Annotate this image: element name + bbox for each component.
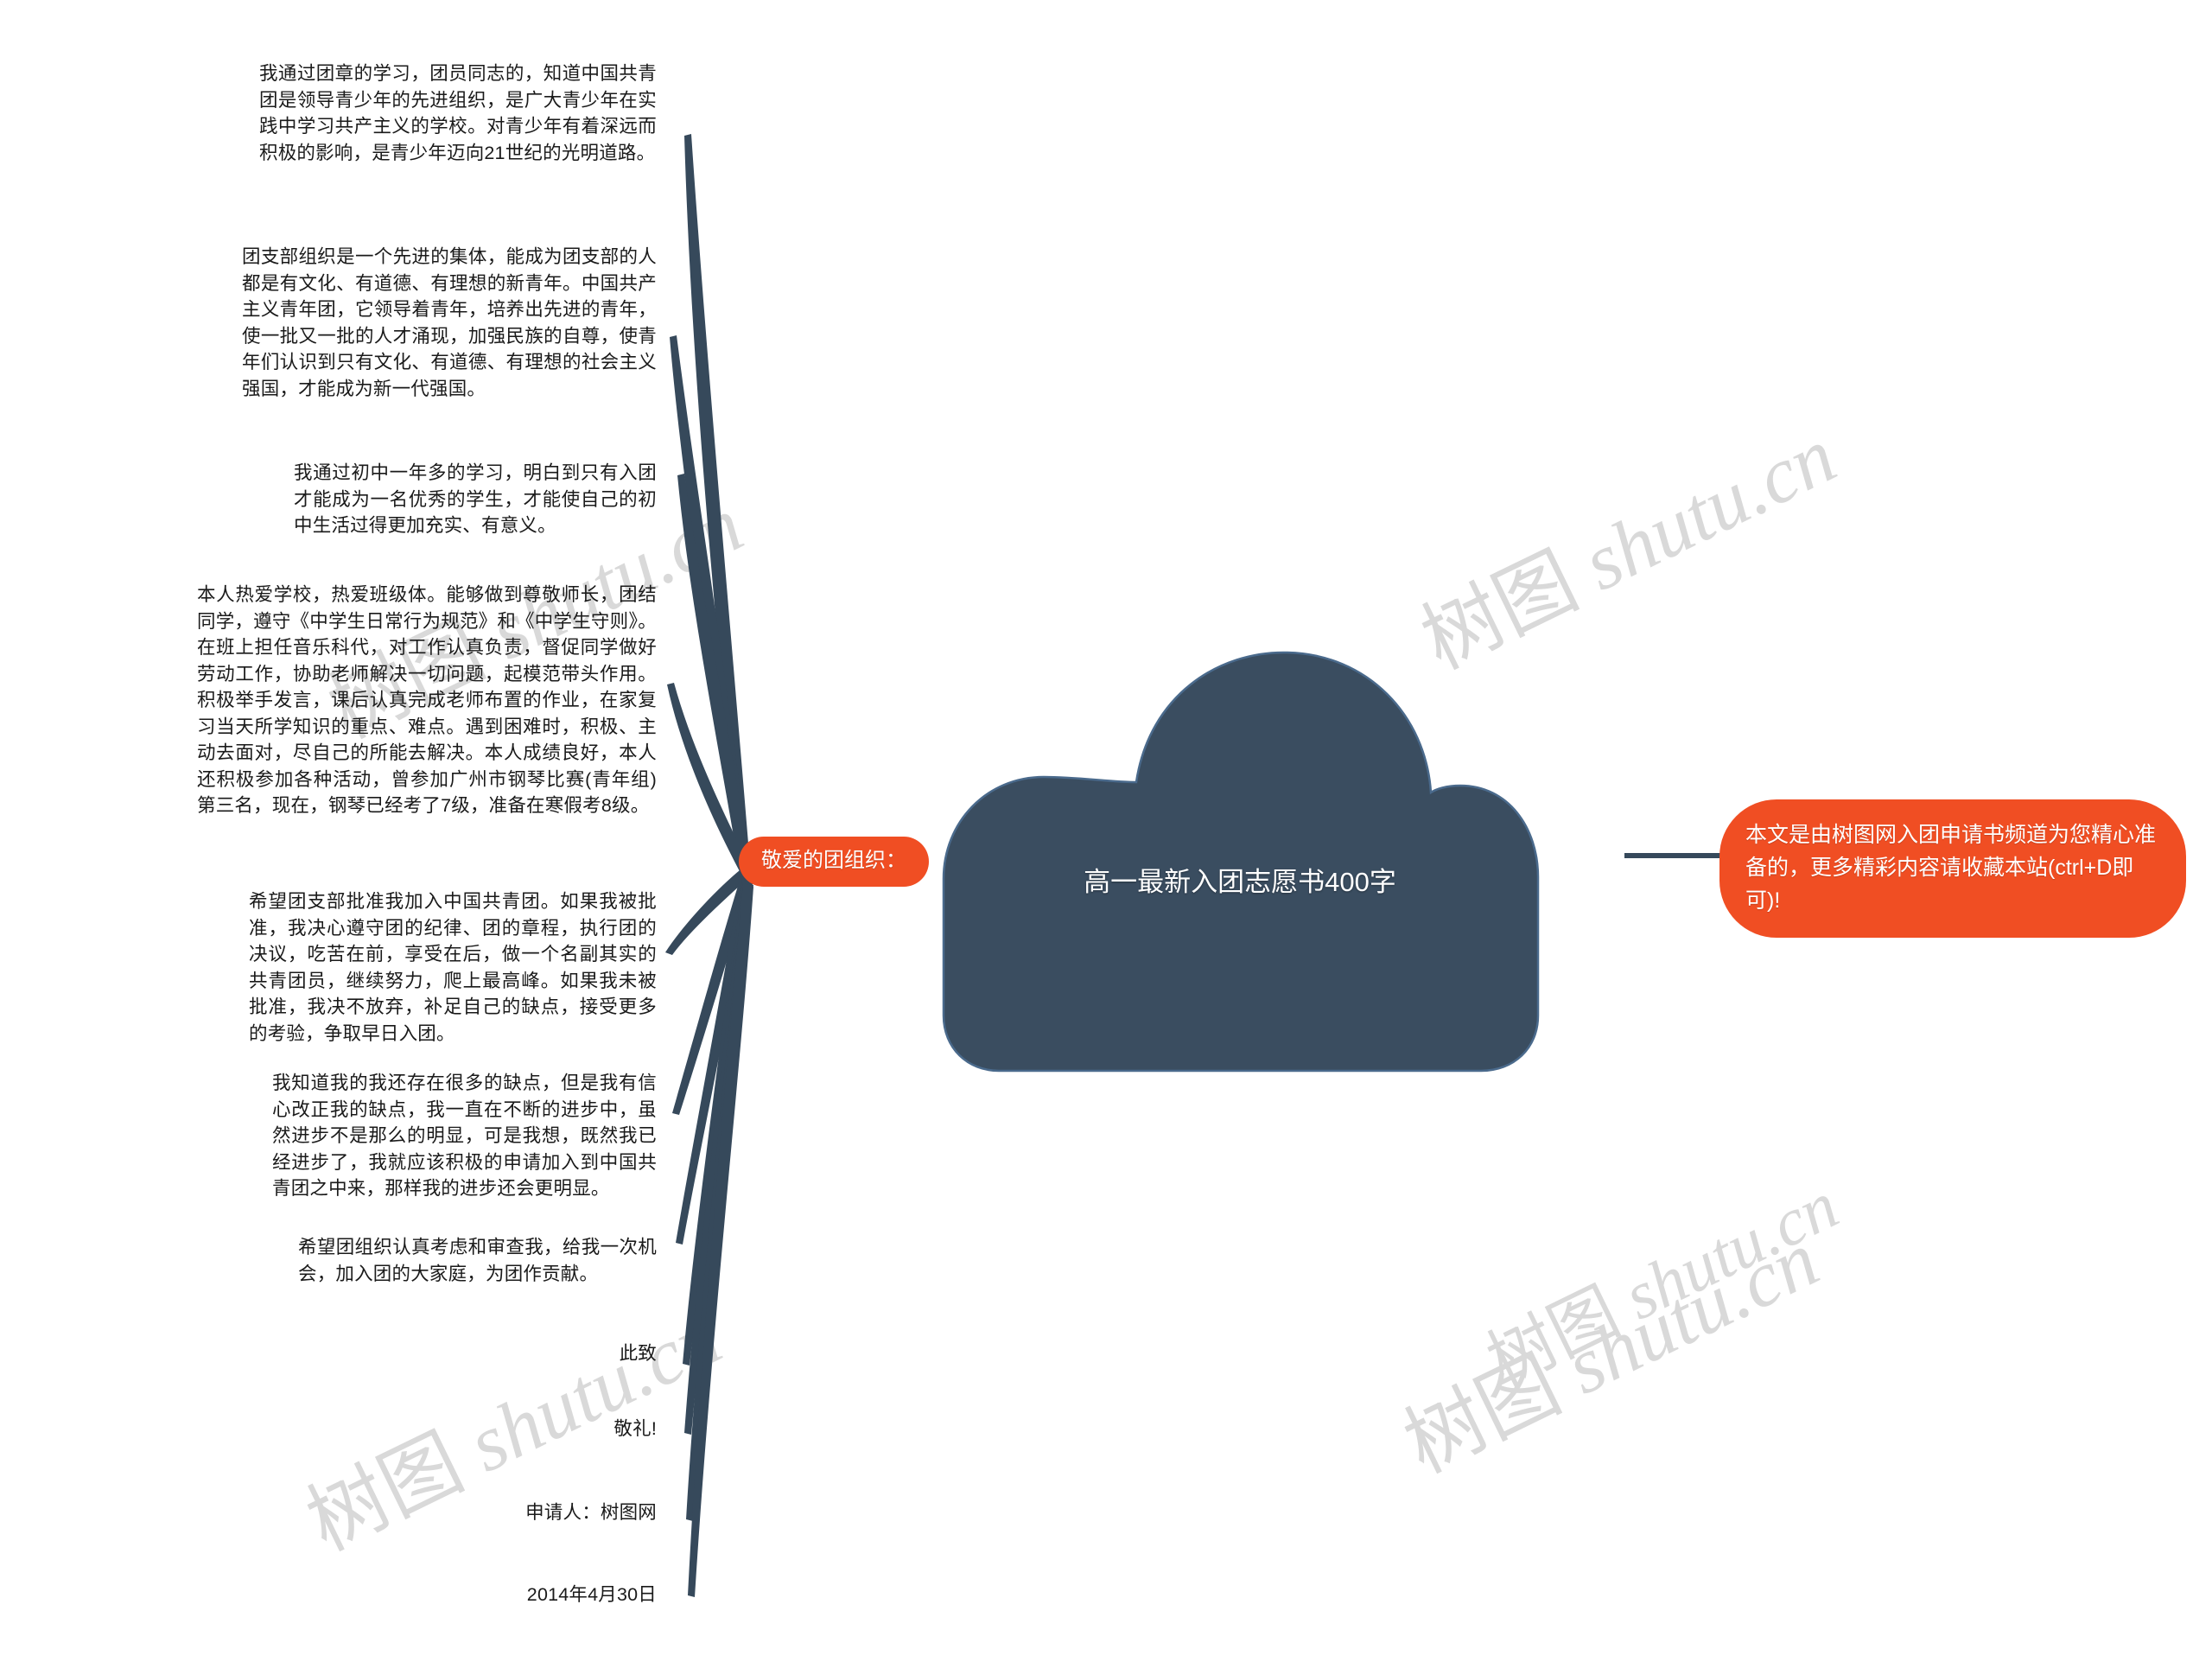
branch-text: 我知道我的我还存在很多的缺点，但是我有信心改正我的缺点，我一直在不断的进步中，虽…	[272, 1073, 657, 1200]
branch-text: 此致	[619, 1343, 657, 1364]
salutation-node[interactable]: 敬爱的团组织：	[739, 837, 929, 887]
branch-node-3[interactable]: 我通过初中一年多的学习，明白到只有入团才能成为一名优秀的学生，才能使自己的初中生…	[294, 460, 657, 539]
connector-branch-10	[686, 882, 753, 1521]
connector-branch-4	[667, 683, 751, 873]
watermark-en: shutu.cn	[436, 1292, 734, 1498]
connector-branch-2	[670, 335, 750, 870]
branch-node-5[interactable]: 希望团支部批准我加入中国共青团。如果我被批准，我决心遵守团的纪律、团的章程，执行…	[249, 888, 657, 1047]
watermark-cn: 树图	[1391, 1340, 1573, 1490]
branch-node-9[interactable]: 敬礼!	[449, 1416, 657, 1442]
salutation-label: 敬爱的团组织：	[761, 849, 906, 872]
center-title-text: 高一最新入团志愿书400字	[1084, 867, 1396, 897]
branch-node-10[interactable]: 申请人：树图网	[406, 1499, 657, 1526]
branch-text: 2014年4月30日	[526, 1584, 657, 1605]
mindmap-canvas: 树图 shutu.cn 树图 shutu.cn 树图 shutu.cn 树图 s…	[0, 0, 2212, 1668]
promo-text: 本文是由树图网入团申请书频道为您精心准备的，更多精彩内容请收藏本站(ctrl+D…	[1745, 823, 2157, 913]
branch-text: 希望团支部批准我加入中国共青团。如果我被批准，我决心遵守团的纪律、团的章程，执行…	[249, 891, 657, 1044]
connector-branch-1	[684, 134, 750, 868]
branch-text: 本人热爱学校，热爱班级体。能够做到尊敬师长，团结同学，遵守《中学生日常行为规范》…	[197, 584, 657, 817]
connector-branch-5	[665, 867, 751, 955]
center-node-cloud-shape[interactable]	[942, 644, 1540, 1076]
center-node-title: 高一最新入团志愿书400字	[1033, 864, 1447, 900]
connector-branch-3	[677, 474, 750, 871]
watermark-cn: 树图	[1475, 1272, 1630, 1401]
watermark-en: shutu.cn	[1551, 411, 1849, 616]
connector-branch-9	[684, 880, 753, 1435]
connector-branch-6	[672, 875, 752, 1115]
watermark: 树图 shutu.cn	[1469, 1152, 1851, 1405]
watermark-en: shutu.cn	[1534, 1214, 1832, 1420]
branch-text: 希望团组织认真考虑和审查我，给我一次机会，加入团的大家庭，为团作贡献。	[298, 1237, 657, 1284]
cloud-path	[942, 651, 1540, 1073]
branch-text: 我通过团章的学习，团员同志的，知道中国共青团是领导青少年的先进组织，是广大青少年…	[259, 63, 657, 163]
branch-node-6[interactable]: 我知道我的我还存在很多的缺点，但是我有信心改正我的缺点，我一直在不断的进步中，虽…	[272, 1070, 657, 1202]
branch-text: 敬礼!	[613, 1418, 657, 1439]
branch-node-4[interactable]: 本人热爱学校，热爱班级体。能够做到尊敬师长，团结同学，遵守《中学生日常行为规范》…	[197, 582, 657, 819]
connector-branch-7	[676, 876, 752, 1245]
branch-text: 申请人：树图网	[525, 1502, 657, 1523]
branch-node-11[interactable]: 2014年4月30日	[406, 1582, 657, 1608]
branch-node-7[interactable]: 希望团组织认真考虑和审查我，给我一次机会，加入团的大家庭，为团作贡献。	[298, 1234, 657, 1287]
branch-node-8[interactable]: 此致	[449, 1340, 657, 1367]
branch-node-1[interactable]: 我通过团章的学习，团员同志的，知道中国共青团是领导青少年的先进组织，是广大青少年…	[259, 60, 657, 166]
connector-branch-11	[688, 883, 753, 1597]
watermark-en: shutu.cn	[1597, 1167, 1849, 1341]
connector-branch-8	[683, 878, 753, 1366]
watermark: 树图 shutu.cn	[1382, 1196, 1834, 1495]
branch-text: 我通过初中一年多的学习，明白到只有入团才能成为一名优秀的学生，才能使自己的初中生…	[294, 462, 657, 537]
promo-node[interactable]: 本文是由树图网入团申请书频道为您精心准备的，更多精彩内容请收藏本站(ctrl+D…	[1719, 799, 2186, 938]
branch-node-2[interactable]: 团支部组织是一个先进的集体，能成为团支部的人都是有文化、有道德、有理想的新青年。…	[242, 244, 657, 402]
branch-text: 团支部组织是一个先进的集体，能成为团支部的人都是有文化、有道德、有理想的新青年。…	[242, 246, 657, 399]
